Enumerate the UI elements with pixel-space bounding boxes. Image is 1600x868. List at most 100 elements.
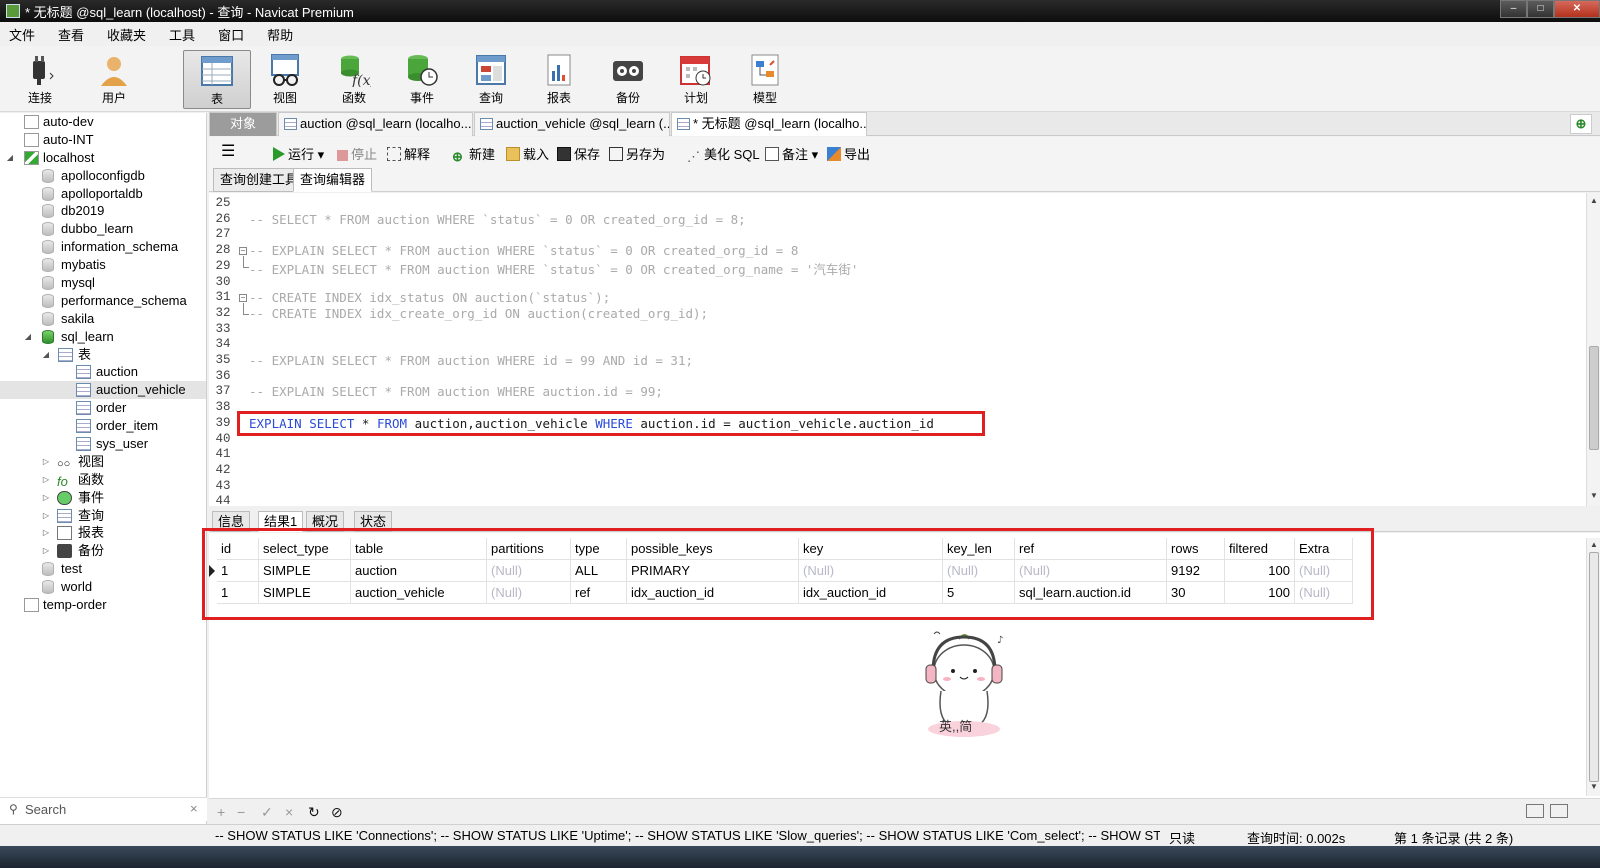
- scroll-up-icon[interactable]: ▲: [1587, 540, 1600, 552]
- tree-item-tables-folder[interactable]: ◢ 表: [0, 346, 206, 364]
- tree-item-table-order[interactable]: order: [0, 399, 206, 417]
- menu-window[interactable]: 窗口: [209, 25, 253, 44]
- sql-comment-line[interactable]: -- EXPLAIN SELECT * FROM auction WHERE `…: [249, 259, 858, 278]
- run-button[interactable]: 运行 ▾: [273, 144, 324, 163]
- tree-item-table-auction[interactable]: auction: [0, 363, 206, 381]
- report-button[interactable]: 报表: [527, 50, 591, 109]
- tab-query-editor[interactable]: 查询编辑器: [293, 168, 373, 192]
- discard-icon[interactable]: ×: [285, 804, 293, 820]
- save-button[interactable]: 保存: [557, 144, 600, 163]
- scroll-down-icon[interactable]: ▼: [1587, 491, 1600, 503]
- tree-item-information-schema[interactable]: information_schema: [0, 238, 206, 256]
- tab-objects[interactable]: 对象: [209, 112, 277, 136]
- tree-item-performance-schema[interactable]: performance_schema: [0, 292, 206, 310]
- tree-item-auto-int[interactable]: auto-INT: [0, 131, 206, 149]
- beautify-sql-button[interactable]: ⋰ 美化 SQL: [687, 144, 760, 164]
- tree-item-sql-learn[interactable]: ◢ sql_learn: [0, 328, 206, 346]
- function-button[interactable]: f(x) 函数: [322, 50, 386, 109]
- tree-item-table-auction-vehicle[interactable]: auction_vehicle: [0, 381, 206, 400]
- sql-comment-line[interactable]: -- SELECT * FROM auction WHERE `status` …: [249, 212, 746, 227]
- tree-item-dubbo-learn[interactable]: dubbo_learn: [0, 220, 206, 238]
- tree-item-mybatis[interactable]: mybatis: [0, 256, 206, 274]
- add-record-icon[interactable]: +: [217, 804, 225, 820]
- sql-comment-line[interactable]: -- EXPLAIN SELECT * FROM auction WHERE i…: [249, 353, 693, 368]
- tab-untitled-query[interactable]: * 无标题 @sql_learn (localho...: [671, 112, 867, 136]
- tab-auction[interactable]: auction @sql_learn (localho...: [278, 112, 473, 136]
- backup-button[interactable]: 备份: [596, 50, 660, 109]
- menu-view[interactable]: 查看: [49, 25, 93, 44]
- tree-item-db2019[interactable]: db2019: [0, 202, 206, 220]
- hamburger-menu-icon[interactable]: ☰: [221, 141, 235, 161]
- tab-query-builder[interactable]: 查询创建工具: [213, 168, 306, 192]
- collapse-arrow-icon[interactable]: ▷: [41, 471, 51, 489]
- expand-arrow-icon[interactable]: ◢: [23, 328, 33, 346]
- sql-comment-line[interactable]: -- CREATE INDEX idx_create_org_id ON auc…: [249, 306, 708, 321]
- load-button[interactable]: 载入: [506, 144, 549, 163]
- menu-help[interactable]: 帮助: [258, 25, 302, 44]
- sql-comment-line[interactable]: -- EXPLAIN SELECT * FROM auction WHERE `…: [249, 243, 798, 258]
- expand-arrow-icon[interactable]: ◢: [41, 346, 51, 364]
- delete-record-icon[interactable]: −: [237, 804, 245, 820]
- event-button[interactable]: 事件: [390, 50, 454, 109]
- note-button[interactable]: 备注 ▾: [765, 144, 818, 163]
- table-button[interactable]: 表: [183, 50, 251, 109]
- menu-favorites[interactable]: 收藏夹: [98, 25, 155, 44]
- collapse-arrow-icon[interactable]: ▷: [41, 489, 51, 507]
- new-tab-icon[interactable]: ⊕: [1570, 114, 1592, 134]
- collapse-arrow-icon[interactable]: ▷: [41, 507, 51, 525]
- tree-item-events-folder[interactable]: ▷ 事件: [0, 489, 206, 507]
- clear-search-icon[interactable]: ×: [190, 801, 198, 816]
- tree-item-table-sys-user[interactable]: sys_user: [0, 435, 206, 453]
- tree-item-apolloportaldb[interactable]: apolloportaldb: [0, 185, 206, 203]
- sql-editor[interactable]: 25 26 -- SELECT * FROM auction WHERE `stat…: [209, 193, 1600, 506]
- expand-arrow-icon[interactable]: ◢: [5, 149, 15, 167]
- scroll-down-icon[interactable]: ▼: [1587, 782, 1600, 794]
- model-button[interactable]: 模型: [733, 50, 797, 109]
- close-button[interactable]: ✕: [1554, 0, 1600, 18]
- tree-item-mysql[interactable]: mysql: [0, 274, 206, 292]
- stop-button[interactable]: 停止: [337, 144, 377, 163]
- collapse-arrow-icon[interactable]: ▷: [41, 453, 51, 471]
- user-button[interactable]: 用户: [82, 50, 146, 109]
- tree-item-queries-folder[interactable]: ▷ 查询: [0, 507, 206, 525]
- collapse-arrow-icon[interactable]: ▷: [41, 524, 51, 542]
- tree-item-auto-dev[interactable]: auto-dev: [0, 113, 206, 131]
- grid-view-icon[interactable]: [1526, 804, 1544, 818]
- form-view-icon[interactable]: [1550, 804, 1568, 818]
- menu-file[interactable]: 文件: [0, 25, 44, 44]
- tree-item-table-order-item[interactable]: order_item: [0, 417, 206, 435]
- maximize-button[interactable]: □: [1527, 0, 1554, 18]
- scroll-thumb[interactable]: [1589, 346, 1599, 450]
- scroll-up-icon[interactable]: ▲: [1587, 196, 1600, 208]
- fold-toggle-icon[interactable]: −: [239, 247, 247, 255]
- schedule-button[interactable]: 计划: [664, 50, 728, 109]
- query-button[interactable]: 查询: [459, 50, 523, 109]
- tree-item-views-folder[interactable]: ▷ ○○ 视图: [0, 453, 206, 471]
- view-button[interactable]: 视图: [253, 50, 317, 109]
- tree-item-reports-folder[interactable]: ▷ 报表: [0, 524, 206, 542]
- tree-item-backups-folder[interactable]: ▷ 备份: [0, 542, 206, 560]
- fold-toggle-icon[interactable]: −: [239, 294, 247, 302]
- nav-search-box[interactable]: ⚲ Search ×: [0, 797, 207, 821]
- collapse-arrow-icon[interactable]: ▷: [41, 542, 51, 560]
- menu-tools[interactable]: 工具: [160, 25, 204, 44]
- scroll-thumb[interactable]: [1589, 552, 1599, 782]
- tree-item-sakila[interactable]: sakila: [0, 310, 206, 328]
- tree-item-localhost[interactable]: ◢ localhost: [0, 149, 206, 167]
- tree-item-apolloconfigdb[interactable]: apolloconfigdb: [0, 167, 206, 185]
- connection-button[interactable]: 连接: [8, 50, 72, 109]
- apply-icon[interactable]: ✓: [261, 804, 273, 821]
- tree-item-temp-order[interactable]: temp-order: [0, 596, 206, 614]
- new-query-button[interactable]: ⊕ 新建: [452, 144, 495, 164]
- tab-auction-vehicle[interactable]: auction_vehicle @sql_learn (...: [474, 112, 670, 136]
- tree-item-world[interactable]: world: [0, 578, 206, 596]
- tree-item-functions-folder[interactable]: ▷ fo 函数: [0, 471, 206, 489]
- editor-scrollbar[interactable]: ▲ ▼: [1586, 193, 1600, 506]
- tree-item-test[interactable]: test: [0, 560, 206, 578]
- results-scrollbar[interactable]: ▲ ▼: [1586, 538, 1600, 796]
- sql-comment-line[interactable]: -- EXPLAIN SELECT * FROM auction WHERE a…: [249, 384, 663, 399]
- sql-comment-line[interactable]: -- CREATE INDEX idx_status ON auction(`s…: [249, 290, 610, 305]
- explain-button[interactable]: 解释: [387, 144, 430, 163]
- minimize-button[interactable]: –: [1500, 0, 1527, 18]
- stop-query-icon[interactable]: ⊘: [331, 804, 343, 821]
